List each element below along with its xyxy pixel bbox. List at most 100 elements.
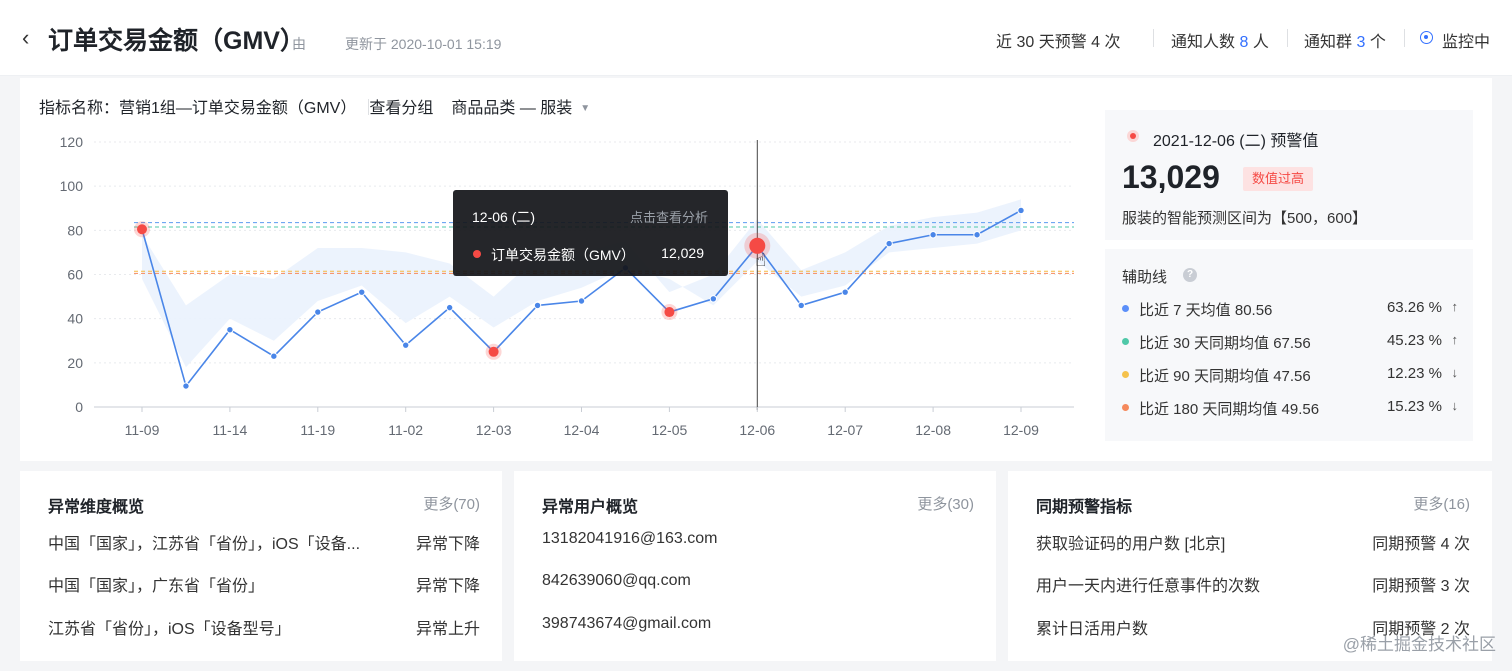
monitor-status-label: 监控中 (1442, 34, 1491, 51)
list-item[interactable]: 13182041916@163.com (542, 530, 974, 552)
y-tick-label: 120 (60, 134, 84, 150)
tooltip-analysis-link[interactable]: 点击查看分析 (630, 207, 708, 226)
data-point (577, 297, 586, 305)
data-point (841, 288, 849, 296)
aux-line-label: 比近 30 天同期均值 67.56 (1139, 335, 1311, 352)
user-email: 842639060@qq.com (542, 572, 691, 589)
dimension-status: 异常下降 (415, 578, 480, 595)
aux-line-item[interactable]: 比近 90 天同期均值 47.56 12.23 % ↓ (1122, 365, 1462, 385)
x-tick-label: 12-03 (476, 422, 512, 438)
x-tick-label: 12-06 (739, 422, 775, 438)
dimension-label: 中国「国家」，广东省「省份」 (48, 578, 265, 595)
divider (1153, 29, 1154, 47)
x-tick-label: 11-14 (213, 422, 248, 438)
divider (1404, 29, 1405, 47)
alert-date: 2021-12-06 (二) 预警值 (1153, 133, 1319, 150)
notify-people-prefix: 通知人数 (1171, 34, 1236, 51)
divider (1287, 29, 1288, 47)
data-point (929, 231, 937, 239)
aux-line-percent: 12.23 % (1386, 365, 1442, 382)
y-tick-label: 20 (67, 355, 83, 371)
data-point (885, 239, 893, 248)
data-point (402, 341, 410, 349)
data-point (314, 308, 322, 316)
more-link[interactable]: 更多(70) (423, 493, 480, 514)
data-point (358, 288, 366, 296)
question-icon[interactable]: ? (1183, 268, 1197, 282)
more-link[interactable]: 更多(16) (1413, 493, 1470, 514)
x-tick-label: 11-19 (300, 422, 335, 438)
notify-groups-stat[interactable]: 通知群 3 个 (1304, 28, 1386, 52)
anomaly-point (137, 224, 147, 235)
user-overview-card: 异常用户概览 更多(30) 13182041916@163.com 842639… (514, 471, 996, 661)
data-point (226, 326, 234, 334)
y-tick-label: 0 (75, 399, 83, 415)
y-tick-label: 80 (67, 222, 83, 238)
dimension-label: 中国「国家」，江苏省「省份」，iOS「设备... (48, 536, 361, 553)
data-point (797, 301, 805, 310)
x-tick-label: 12-08 (915, 422, 951, 438)
dimension-overview-card: 异常维度概览 更多(70) 中国「国家」，江苏省「省份」，iOS「设备... 异… (20, 471, 502, 661)
dimension-status: 异常下降 (415, 536, 480, 553)
aux-line-percent: 63.26 % (1386, 299, 1442, 316)
list-item[interactable]: 中国「国家」，广东省「省份」 异常下降 (48, 572, 480, 595)
notify-people-stat[interactable]: 通知人数 8 人 (1171, 28, 1269, 52)
arrow-down-icon: ↓ (1451, 398, 1459, 413)
list-item[interactable]: 用户一天内进行任意事件的次数 同期预警 3 次 (1036, 572, 1470, 595)
data-point (533, 301, 542, 310)
series-color-dot (1122, 371, 1129, 378)
aux-line-label: 比近 180 天同期均值 49.56 (1139, 401, 1320, 418)
aux-line-item[interactable]: 比近 7 天均值 80.56 63.26 % ↑ (1122, 299, 1462, 319)
aux-lines-title: 辅助线 (1122, 269, 1168, 286)
tooltip-series-name: 订单交易金额（GMV） (491, 247, 635, 263)
alert-badge: 数值过高 (1243, 167, 1314, 191)
hand-cursor-icon: ☝ (755, 250, 766, 271)
user-email: 13182041916@163.com (542, 530, 718, 547)
list-item[interactable]: 江苏省「省份」，iOS「设备型号」 异常上升 (48, 615, 480, 638)
chart-tooltip: 12-06 (二) 点击查看分析 订单交易金额（GMV） 12,029 (453, 190, 728, 276)
arrow-down-icon: ↓ (1451, 365, 1459, 380)
data-point (445, 303, 454, 312)
data-point (709, 295, 718, 303)
notify-groups-suffix: 个 (1369, 34, 1386, 51)
card-title: 同期预警指标 (1036, 499, 1133, 516)
anomaly-point (488, 346, 499, 357)
notify-people-suffix: 人 (1252, 34, 1269, 51)
y-tick-label: 40 (67, 311, 83, 327)
notify-groups-prefix: 通知群 (1304, 34, 1353, 51)
notify-people-count: 8 (1239, 34, 1249, 51)
list-item[interactable]: 842639060@qq.com (542, 572, 974, 594)
card-title: 异常用户概览 (542, 499, 639, 516)
series-color-dot (1122, 305, 1129, 312)
y-tick-label: 100 (60, 178, 84, 194)
arrow-up-icon: ↑ (1451, 299, 1459, 314)
data-point (973, 231, 981, 239)
aux-line-item[interactable]: 比近 180 天同期均值 49.56 15.23 % ↓ (1122, 398, 1462, 418)
watermark: @稀土掘金技术社区 (1342, 635, 1496, 654)
tooltip-date: 12-06 (二) (472, 209, 536, 225)
metric-label: 累计日活用户数 (1036, 621, 1149, 638)
peer-alert-count: 同期预警 3 次 (1372, 578, 1470, 595)
metric-label: 用户一天内进行任意事件的次数 (1036, 578, 1261, 595)
aux-line-label: 比近 7 天均值 80.56 (1139, 302, 1273, 319)
list-item[interactable]: 获取验证码的用户数 [北京] 同期预警 4 次 (1036, 530, 1470, 553)
aux-line-percent: 15.23 % (1386, 398, 1442, 415)
alert-dot-icon (1127, 130, 1139, 142)
x-tick-label: 12-07 (827, 422, 863, 438)
tooltip-series-value: 12,029 (661, 245, 704, 261)
list-item[interactable]: 中国「国家」，江苏省「省份」，iOS「设备... 异常下降 (48, 530, 480, 553)
series-color-dot (1122, 338, 1129, 345)
anomaly-point (664, 307, 675, 318)
metric-label: 获取验证码的用户数 [北京] (1036, 536, 1226, 553)
aux-line-item[interactable]: 比近 30 天同期均值 67.56 45.23 % ↑ (1122, 332, 1462, 352)
peer-alert-count: 同期预警 4 次 (1372, 536, 1470, 553)
alert-value: 13,029 (1122, 159, 1220, 195)
x-tick-label: 12-05 (651, 422, 687, 438)
more-link[interactable]: 更多(30) (917, 493, 974, 514)
x-tick-label: 12-09 (1003, 422, 1039, 438)
card-title: 异常维度概览 (48, 499, 145, 516)
notify-groups-count: 3 (1356, 34, 1366, 51)
list-item[interactable]: 398743674@gmail.com (542, 615, 974, 637)
data-point (270, 352, 278, 360)
aux-line-label: 比近 90 天同期均值 47.56 (1139, 368, 1311, 385)
